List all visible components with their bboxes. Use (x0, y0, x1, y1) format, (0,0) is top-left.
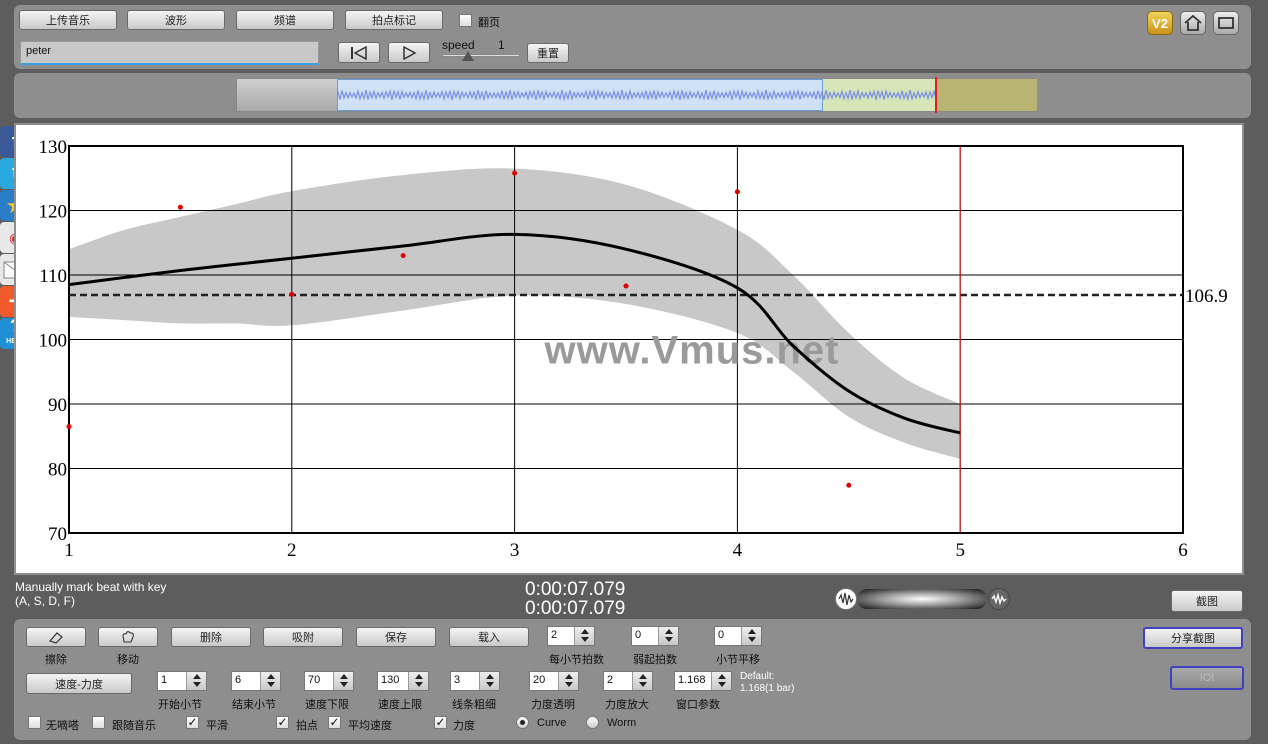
beat-point[interactable] (400, 253, 406, 259)
screenshot-button[interactable]: 截图 (1171, 590, 1243, 612)
weak-beats-label: 弱起拍数 (633, 654, 677, 666)
tempo-max-stepper[interactable]: 130 (377, 671, 429, 691)
bar-shift-label: 小节平移 (716, 654, 760, 666)
move-label: 移动 (117, 654, 139, 666)
follow-music-checkbox[interactable] (92, 716, 105, 729)
force-scale-stepper[interactable]: 2 (603, 671, 653, 691)
hint-line-2: (A, S, D, F) (15, 594, 75, 608)
y-tick-label: 110 (39, 266, 67, 287)
beat-point[interactable] (623, 283, 629, 289)
x-tick-label: 6 (1178, 540, 1188, 561)
beat-point[interactable] (846, 482, 852, 488)
tempo-min-stepper[interactable]: 70 (304, 671, 354, 691)
beat-points-label: 拍点 (296, 720, 318, 732)
line-width-stepper[interactable]: 3 (450, 671, 500, 691)
load-button[interactable]: 载入 (449, 627, 529, 647)
waveform-zoom-in-icon[interactable] (988, 588, 1010, 610)
tempo-force-button[interactable]: 速度-力度 (26, 673, 132, 694)
x-tick-label: 2 (287, 540, 297, 561)
metronome-label: 无嘀嗒 (46, 720, 79, 732)
force-label: 力度 (453, 720, 475, 732)
hint-line-1: Manually mark beat with key (15, 580, 167, 594)
waveform-zoom-out-icon[interactable] (835, 588, 857, 610)
y-tick-label: 120 (39, 202, 68, 223)
force-opacity-label: 力度透明 (531, 699, 575, 711)
delete-button[interactable]: 删除 (171, 627, 251, 647)
move-button[interactable] (98, 627, 158, 647)
curve-radio[interactable] (516, 716, 529, 729)
beat-point[interactable] (512, 170, 518, 176)
avg-tempo-checkbox[interactable]: ✓ (328, 716, 341, 729)
worm-label: Worm (607, 717, 637, 729)
y-tick-label: 100 (39, 331, 68, 352)
window-param-stepper[interactable]: 1.168 (674, 671, 732, 691)
start-bar-stepper[interactable]: 1 (157, 671, 207, 691)
hand-icon (122, 631, 134, 643)
x-tick-label: 4 (733, 540, 743, 561)
avg-tempo-label: 平均速度 (348, 720, 392, 732)
worm-radio[interactable] (586, 716, 599, 729)
end-bar-stepper[interactable]: 6 (231, 671, 281, 691)
beat-points-checkbox[interactable]: ✓ (276, 716, 289, 729)
beats-per-bar-label: 每小节拍数 (549, 654, 604, 666)
beats-per-bar-stepper[interactable]: 2 (547, 626, 595, 646)
time-display-2: 0:00:07.079 (525, 598, 626, 619)
x-tick-label: 3 (510, 540, 520, 561)
y-tick-label: 130 (39, 137, 68, 158)
average-tempo-label: 106.9 (1185, 286, 1228, 307)
weak-beats-stepper[interactable]: 0 (631, 626, 679, 646)
beat-point[interactable] (66, 424, 72, 430)
volume-slider[interactable] (857, 589, 987, 609)
line-width-label: 线条粗细 (452, 699, 496, 711)
curve-label: Curve (537, 717, 567, 729)
tempo-chart[interactable]: 1 2 3 4 5 6130120110100908070www.Vmus.net106.… (0, 0, 1268, 600)
ioi-button[interactable]: IOI (1170, 666, 1244, 690)
default-line-1: Default: (740, 671, 775, 682)
force-scale-label: 力度放大 (605, 699, 649, 711)
end-bar-label: 结束小节 (232, 699, 276, 711)
x-tick-label: 5 (955, 540, 965, 561)
beat-point[interactable] (734, 189, 740, 195)
snap-button[interactable]: 吸附 (263, 627, 343, 647)
force-opacity-stepper[interactable]: 20 (529, 671, 579, 691)
share-screenshot-button[interactable]: 分享截图 (1143, 627, 1243, 649)
follow-music-label: 跟随音乐 (112, 720, 156, 732)
smooth-checkbox[interactable]: ✓ (186, 716, 199, 729)
watermark-text: www.Vmus.net (543, 328, 839, 372)
start-bar-label: 开始小节 (158, 699, 202, 711)
smooth-label: 平滑 (206, 720, 228, 732)
y-tick-label: 80 (48, 460, 67, 481)
tempo-max-label: 速度上限 (378, 699, 422, 711)
default-line-2: 1.168(1 bar) (740, 683, 795, 694)
y-tick-label: 90 (48, 395, 67, 416)
window-param-label: 窗口参数 (676, 699, 720, 711)
beat-point[interactable] (177, 204, 183, 210)
erase-button[interactable] (26, 627, 86, 647)
eraser-icon (48, 632, 63, 644)
beat-point[interactable] (289, 291, 295, 297)
metronome-checkbox[interactable] (28, 716, 41, 729)
save-button[interactable]: 保存 (356, 627, 436, 647)
y-tick-label: 70 (48, 524, 67, 545)
erase-label: 擦除 (45, 654, 67, 666)
force-checkbox[interactable]: ✓ (434, 716, 447, 729)
bar-shift-stepper[interactable]: 0 (714, 626, 762, 646)
tempo-min-label: 速度下限 (305, 699, 349, 711)
